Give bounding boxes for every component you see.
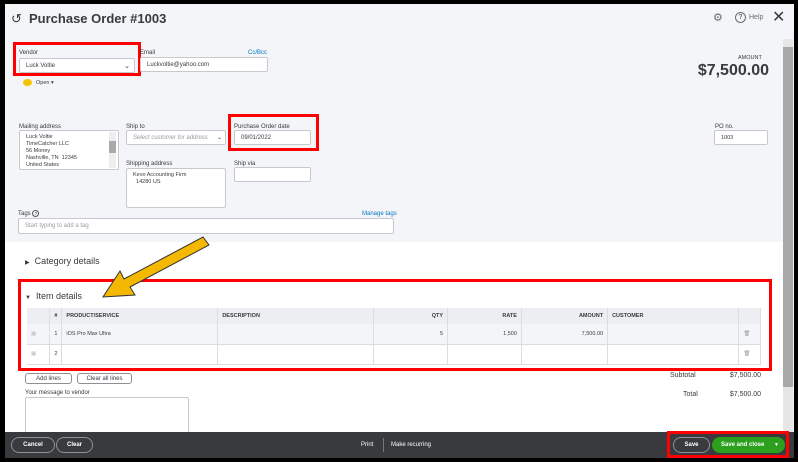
help-link[interactable]: Help <box>749 14 763 21</box>
status-dropdown[interactable]: Open ▾ <box>36 80 54 86</box>
shipping-address-field[interactable]: Kevo Accounting Firm 14280 US <box>126 168 226 208</box>
total-label: Total <box>683 391 698 398</box>
po-no-field[interactable]: 1003 <box>714 130 768 145</box>
shipping-address-label: Shipping address <box>126 161 173 167</box>
amount-label: AMOUNT <box>738 55 762 61</box>
divider <box>383 438 384 452</box>
add-lines-button[interactable]: Add lines <box>25 373 72 384</box>
subtotal-label: Subtotal <box>670 372 696 379</box>
address-scrollbar[interactable] <box>109 132 116 168</box>
close-icon[interactable]: ✕ <box>772 7 785 27</box>
chevron-down-icon: ⌄ <box>216 135 222 141</box>
clear-button[interactable]: Clear <box>56 437 93 453</box>
save-highlight <box>667 431 789 458</box>
tags-label: Tags ? <box>18 210 40 217</box>
print-link[interactable]: Print <box>361 442 373 448</box>
history-icon[interactable]: ↺ <box>11 11 22 27</box>
scrollbar[interactable] <box>783 39 793 432</box>
message-label: Your message to vendor <box>25 390 90 396</box>
status-icon <box>23 79 32 86</box>
page-title: Purchase Order #1003 <box>29 11 167 26</box>
email-label: Email <box>140 50 156 56</box>
make-recurring-link[interactable]: Make recurring <box>391 442 431 448</box>
purchase-order-window: ↺ Purchase Order #1003 ⚙ ? Help ✕ Vendor… <box>5 4 794 458</box>
cc-bcc-link[interactable]: Cc/Bcc <box>248 50 267 56</box>
amount-value: $7,500.00 <box>697 62 769 79</box>
ship-to-select[interactable]: Select customer for address ⌄ <box>126 130 226 145</box>
gear-icon[interactable]: ⚙ <box>713 11 723 24</box>
ship-via-field[interactable] <box>234 167 311 182</box>
total-value: $7,500.00 <box>729 391 761 398</box>
mailing-address-field[interactable]: Luck Voltie TimeCatcher LLC 56 Money Nas… <box>19 130 119 170</box>
vendor-highlight <box>13 42 141 76</box>
category-details-toggle[interactable]: ▶ Category details <box>25 256 100 266</box>
help-icon[interactable]: ? <box>735 12 746 23</box>
arrow-annotation <box>102 236 210 298</box>
message-field[interactable] <box>25 397 189 437</box>
caret-right-icon: ▶ <box>25 260 30 266</box>
manage-tags-link[interactable]: Manage tags <box>362 211 397 217</box>
po-date-highlight <box>228 114 319 151</box>
cancel-button[interactable]: Cancel <box>11 437 55 453</box>
info-icon: ? <box>32 210 40 217</box>
email-field[interactable]: Luckvoltie@yahoo.com <box>140 57 268 72</box>
subtotal-value: $7,500.00 <box>729 372 761 379</box>
clear-all-lines-button[interactable]: Clear all lines <box>77 373 132 384</box>
